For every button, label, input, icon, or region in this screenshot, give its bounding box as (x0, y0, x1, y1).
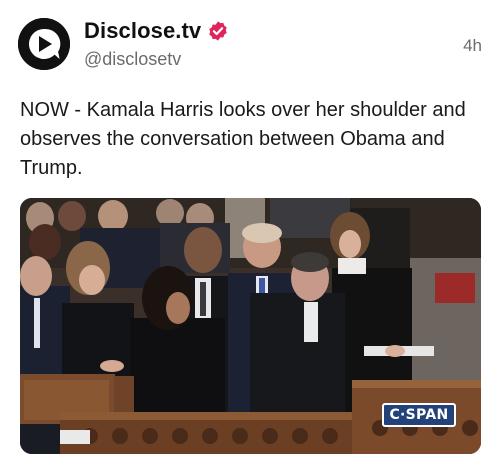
verified-badge-icon (209, 21, 227, 41)
post-timestamp[interactable]: 4h (463, 36, 482, 56)
avatar[interactable] (18, 18, 70, 70)
post-media-image[interactable]: C·SPAN (20, 198, 481, 454)
cspan-watermark: C·SPAN (382, 403, 456, 427)
play-bubble-logo-icon (18, 18, 70, 70)
author-display-name[interactable]: Disclose.tv (84, 18, 201, 44)
author-block: Disclose.tv @disclosetv (84, 16, 229, 70)
post-header: Disclose.tv @disclosetv 4h (18, 16, 482, 76)
author-handle[interactable]: @disclosetv (84, 49, 229, 70)
post-text: NOW - Kamala Harris looks over her shoul… (20, 99, 466, 179)
